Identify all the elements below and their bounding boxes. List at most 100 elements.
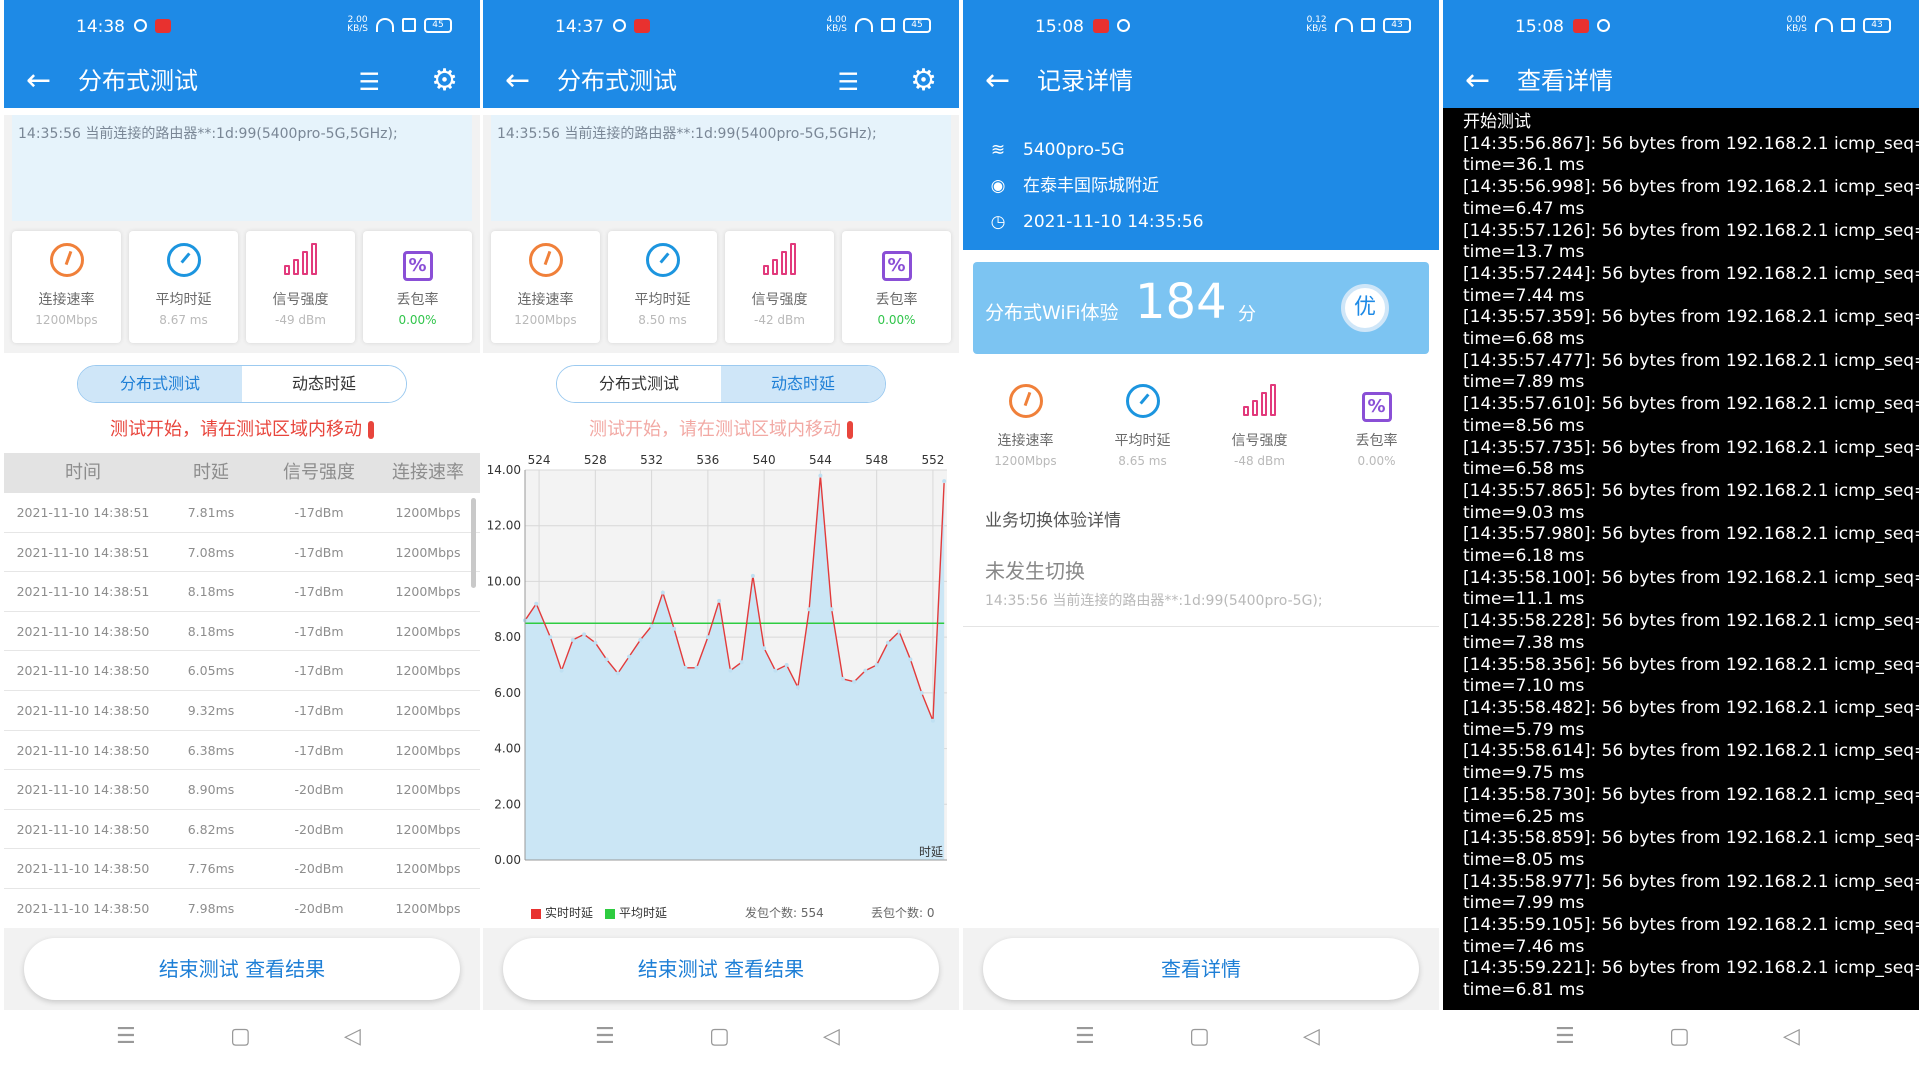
speedometer-icon <box>1008 384 1043 418</box>
data-point <box>829 607 834 612</box>
table-cell: 1200Mbps <box>395 782 461 798</box>
table-row: 2021-11-10 14:38:50 7.76ms -20dBm 1200Mbps <box>4 849 480 889</box>
score-unit: 分 <box>1238 304 1256 325</box>
app-bar: ← 记录详情 <box>963 54 1439 108</box>
menu-nav-icon[interactable]: ☰ <box>595 1024 615 1049</box>
home-nav-icon[interactable]: ▢ <box>709 1024 730 1049</box>
data-point <box>548 635 553 640</box>
system-nav-bar: ☰ ▢ ◁ <box>483 1010 959 1069</box>
home-nav-icon[interactable]: ▢ <box>230 1024 251 1049</box>
mode-tabs: 分布式测试 动态时延 <box>556 365 886 403</box>
data-point <box>942 479 947 484</box>
signal-bars-icon <box>763 243 796 275</box>
table-row: 2021-11-10 14:38:51 8.18ms -17dBm 1200Mbps <box>4 572 480 612</box>
tab-dynamic-latency[interactable]: 动态时延 <box>242 366 406 402</box>
table-header: 时间 时延 信号强度 连接速率 <box>4 453 480 493</box>
ping-log-console[interactable]: 开始测试 [14:35:56.867]: 56 bytes from 192.16… <box>1443 108 1919 1010</box>
table-cell: 1200Mbps <box>395 702 461 718</box>
home-nav-icon[interactable]: ▢ <box>1669 1024 1690 1049</box>
network-speed: 0.12 KB/S <box>1306 15 1327 34</box>
gear-icon[interactable]: ⚙ <box>431 64 458 98</box>
log-line: time=9.03 ms <box>1463 502 1585 523</box>
data-point <box>604 657 609 662</box>
data-point <box>694 665 699 670</box>
log-line: [14:35:56.998]: 56 bytes from 192.168.2.… <box>1463 177 1919 198</box>
back-arrow-icon[interactable]: ← <box>26 63 51 99</box>
log-line: time=7.99 ms <box>1463 893 1585 914</box>
chart-legend: 实时时延 平均时延 <box>531 904 667 921</box>
status-bar: 15:08 0.00 KB/S 43 <box>1443 0 1919 54</box>
end-test-button[interactable]: 结束测试 查看结果 <box>503 938 939 1000</box>
back-arrow-icon[interactable]: ← <box>1465 63 1490 99</box>
table-cell: 2021-11-10 14:38:51 <box>16 505 150 520</box>
walking-person-icon <box>847 421 853 439</box>
card-packet-loss: % 丢包率 0.00% <box>842 231 951 343</box>
history-list-icon[interactable]: ☰ <box>837 68 859 96</box>
log-line: time=6.81 ms <box>1463 980 1585 1001</box>
tab-distributed-test[interactable]: 分布式测试 <box>78 366 242 402</box>
table-cell: -17dBm <box>294 663 344 679</box>
y-tick-label: 12.00 <box>487 519 521 533</box>
card-connection-speed: 连接速率 1200Mbps <box>12 231 121 343</box>
menu-nav-icon[interactable]: ☰ <box>1555 1024 1575 1049</box>
test-hint: 测试开始，请在测试区域内移动 <box>483 415 959 441</box>
back-nav-icon[interactable]: ◁ <box>344 1024 361 1049</box>
metric-cards: 连接速率 1200Mbps 平均时延 8.67 ms 信号强度 -49 dBm % 丢包… <box>12 231 472 343</box>
battery-icon: 45 <box>424 17 452 33</box>
message-icon <box>634 19 650 33</box>
log-line: [14:35:58.356]: 56 bytes from 192.168.2.… <box>1463 654 1919 675</box>
card-packet-loss: % 丢包率 0.00% <box>363 231 472 343</box>
log-line: [14:35:57.980]: 56 bytes from 192.168.2.… <box>1463 524 1919 545</box>
log-line: [14:35:56.867]: 56 bytes from 192.168.2.… <box>1463 133 1919 154</box>
history-list-icon[interactable]: ☰ <box>358 68 380 96</box>
record-summary: ≋ 5400pro-5G ◉ 在泰丰国际城附近 ◷ 2021-11-10 14:35:… <box>963 108 1439 250</box>
back-nav-icon[interactable]: ◁ <box>1783 1024 1800 1049</box>
data-point <box>795 685 800 690</box>
log-line: [14:35:57.610]: 56 bytes from 192.168.2.… <box>1463 394 1919 415</box>
log-line: time=6.58 ms <box>1463 459 1585 480</box>
data-point <box>852 679 857 684</box>
system-nav-bar: ☰ ▢ ◁ <box>4 1010 480 1069</box>
back-arrow-icon[interactable]: ← <box>505 63 530 99</box>
tab-dynamic-latency[interactable]: 动态时延 <box>721 366 885 402</box>
gear-icon[interactable]: ⚙ <box>910 64 937 98</box>
table-cell: 8.18ms <box>187 584 235 600</box>
table-cell: 2021-11-10 14:38:50 <box>16 623 150 639</box>
app-bar: ← 查看详情 <box>1443 54 1919 108</box>
log-line: time=6.25 ms <box>1463 806 1585 827</box>
legend-average: 平均时延 <box>605 904 667 921</box>
table-cell: -20dBm <box>294 900 344 916</box>
table-cell: 2021-11-10 14:38:50 <box>16 861 150 877</box>
table-cell: 2021-11-10 14:38:50 <box>16 663 150 679</box>
table-cell: 6.38ms <box>187 742 235 758</box>
back-nav-icon[interactable]: ◁ <box>1303 1024 1320 1049</box>
tab-distributed-test[interactable]: 分布式测试 <box>557 366 721 402</box>
status-bar: 14:37 4.00 KB/S 45 <box>483 0 959 54</box>
data-point <box>750 573 755 578</box>
section-detail: 14:35:56 当前连接的路由器**:1d:99(5400pro-5G); <box>985 593 1323 609</box>
menu-nav-icon[interactable]: ☰ <box>116 1024 136 1049</box>
log-line: time=36.1 ms <box>1463 155 1585 176</box>
data-point <box>728 668 733 673</box>
table-cell: 1200Mbps <box>395 861 461 877</box>
data-point <box>660 590 665 595</box>
menu-nav-icon[interactable]: ☰ <box>1075 1024 1095 1049</box>
back-nav-icon[interactable]: ◁ <box>823 1024 840 1049</box>
sync-icon <box>613 19 626 32</box>
y-tick-label: 10.00 <box>487 574 521 588</box>
data-point <box>717 598 722 603</box>
wifi-score-box: 分布式WiFi体验 184 分 优 <box>973 262 1429 354</box>
location-pin-icon: ◉ <box>990 176 1006 196</box>
log-line: [14:35:58.100]: 56 bytes from 192.168.2.… <box>1463 567 1919 588</box>
end-test-button[interactable]: 结束测试 查看结果 <box>24 938 460 1000</box>
view-details-button[interactable]: 查看详情 <box>983 938 1419 1000</box>
log-line: [14:35:57.244]: 56 bytes from 192.168.2.… <box>1463 263 1919 284</box>
wifi-status-icon <box>855 18 873 32</box>
back-arrow-icon[interactable]: ← <box>985 63 1010 99</box>
walking-person-icon <box>368 421 374 439</box>
card-average-latency: 平均时延 8.50 ms <box>608 231 717 343</box>
table-scrollbar[interactable] <box>471 498 476 588</box>
home-nav-icon[interactable]: ▢ <box>1189 1024 1210 1049</box>
battery-icon: 45 <box>903 17 931 33</box>
x-tick-label: 536 <box>696 453 719 467</box>
